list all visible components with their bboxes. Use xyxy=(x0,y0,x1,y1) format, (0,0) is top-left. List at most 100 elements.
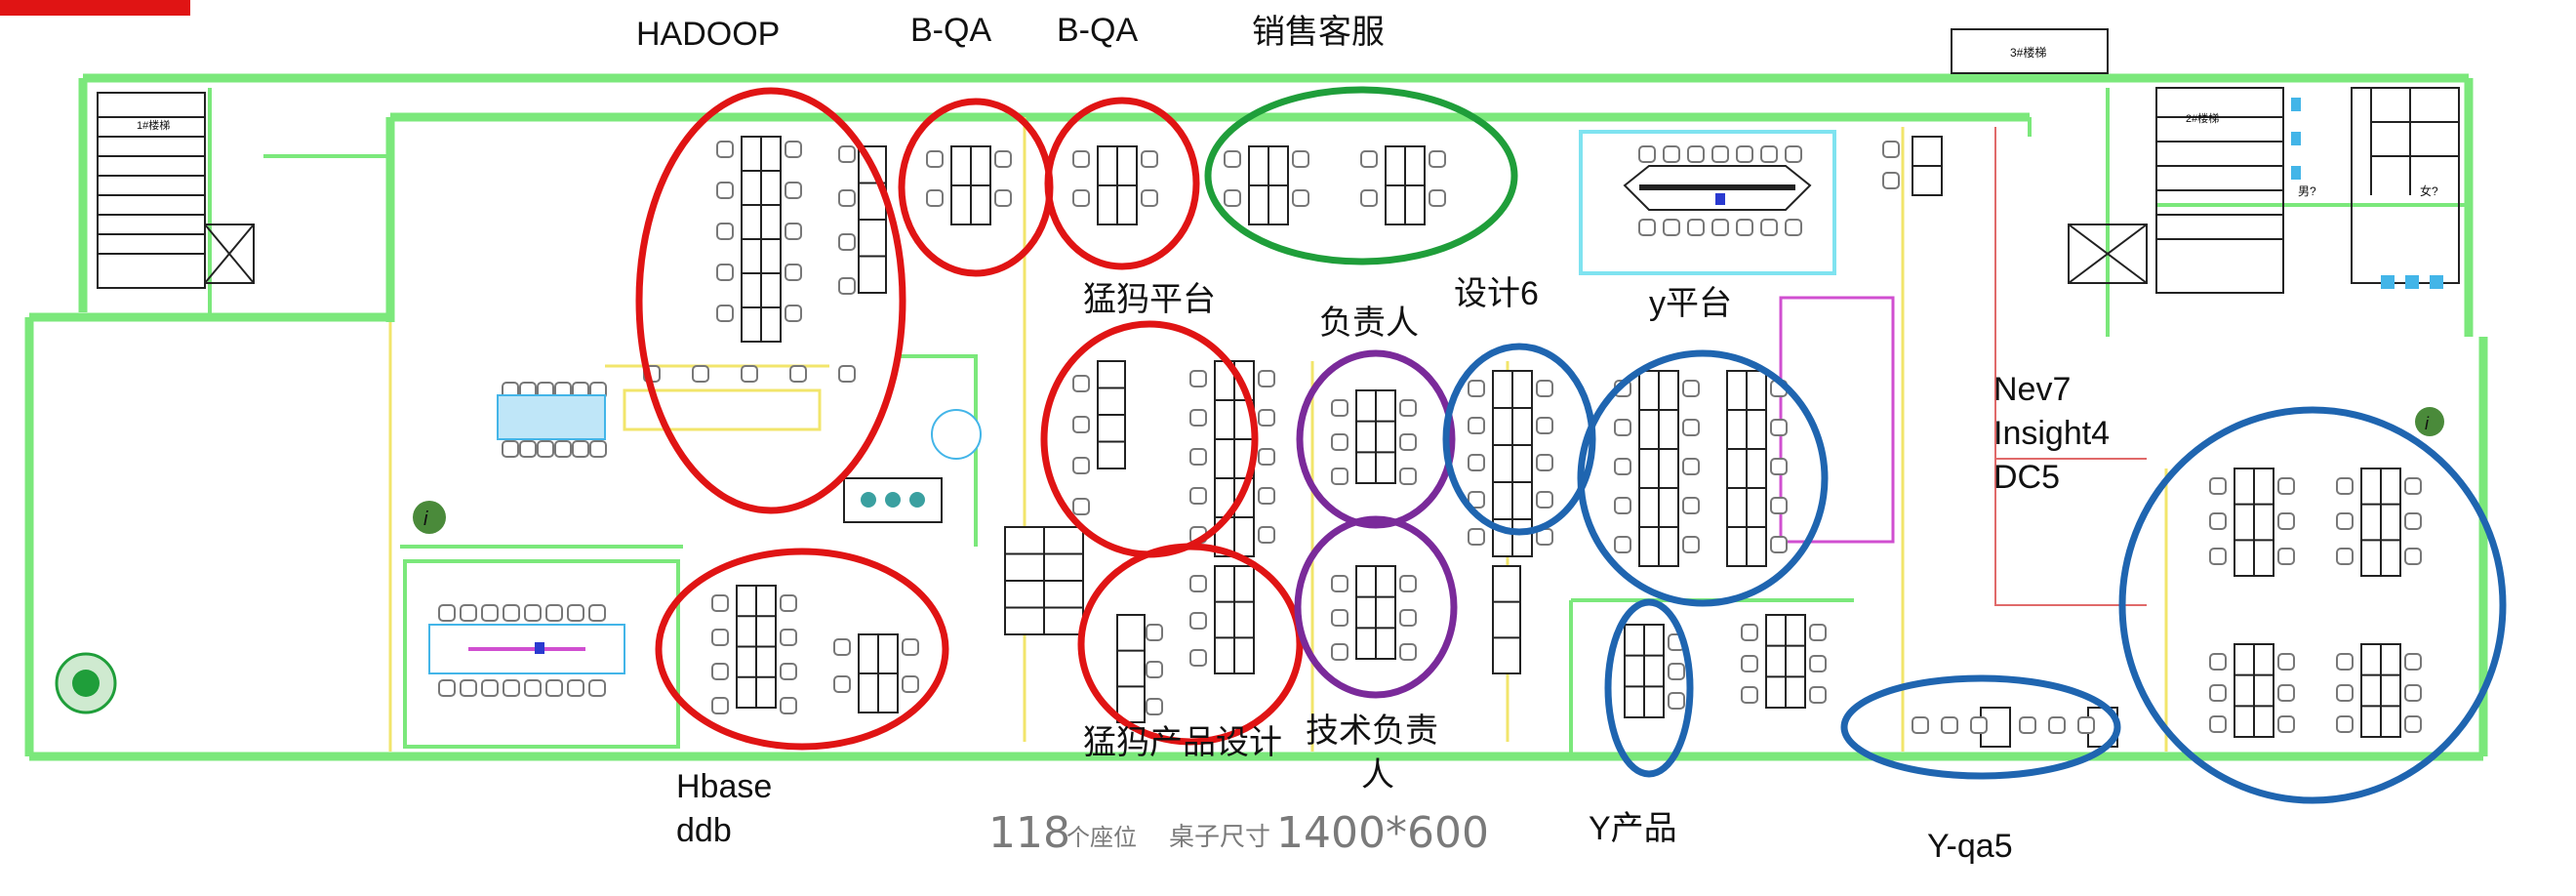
label-y-product: Y产品 xyxy=(1589,810,1677,847)
chair xyxy=(1399,433,1417,451)
chair xyxy=(1189,448,1207,466)
desk-block xyxy=(1097,145,1138,225)
chair xyxy=(1189,370,1207,387)
chair xyxy=(902,675,919,693)
stair-3-label: 3#楼梯 xyxy=(2010,45,2046,60)
label-lead: 负责人 xyxy=(1319,305,1419,342)
chair xyxy=(2048,716,2066,734)
chair xyxy=(2336,653,2354,671)
restroom xyxy=(2351,87,2460,284)
chair xyxy=(1224,150,1241,168)
chair xyxy=(1189,409,1207,427)
desk-block xyxy=(1638,370,1679,567)
chair xyxy=(711,629,729,646)
chair xyxy=(780,594,797,612)
chair xyxy=(1682,497,1700,514)
desk-block xyxy=(1355,565,1396,660)
label-tech-lead-2: 人 xyxy=(1361,756,1394,794)
chair xyxy=(2277,684,2295,702)
chair xyxy=(711,663,729,680)
chair xyxy=(2336,512,2354,530)
desk-block xyxy=(2360,468,2401,577)
label-tech-lead-1: 技术负责 xyxy=(1306,713,1438,750)
chair xyxy=(1292,189,1309,207)
red-partition xyxy=(1994,127,2147,606)
chair xyxy=(524,604,542,622)
chair xyxy=(780,663,797,680)
desk-block xyxy=(1492,565,1521,674)
chair xyxy=(1770,497,1788,514)
chair xyxy=(1072,375,1090,392)
chair xyxy=(588,679,606,697)
zone-y-platform xyxy=(1577,349,1829,607)
desk-block xyxy=(1726,370,1767,567)
desk-block xyxy=(1355,389,1396,484)
chair xyxy=(1760,145,1778,163)
info-icon: i xyxy=(413,501,446,534)
chair xyxy=(1146,698,1163,715)
desk-size: 1400*600 xyxy=(1276,808,1489,858)
chair xyxy=(503,679,520,697)
chair xyxy=(503,604,520,622)
label-y-platform: y平台 xyxy=(1649,285,1732,322)
seat-note: 118 个座位 桌子尺寸 1400*600 xyxy=(988,808,1489,858)
desk-block xyxy=(1116,614,1146,723)
chair xyxy=(1668,692,1685,710)
chair xyxy=(716,305,734,322)
desk-block xyxy=(741,136,782,343)
chair xyxy=(1882,172,1900,189)
chair xyxy=(1687,219,1705,236)
chair xyxy=(2336,715,2354,733)
chair xyxy=(481,604,499,622)
chair xyxy=(711,697,729,714)
chair xyxy=(1741,624,1758,641)
chair xyxy=(1682,536,1700,553)
chair xyxy=(1072,498,1090,515)
chair xyxy=(1638,219,1656,236)
chair xyxy=(2336,548,2354,565)
chair xyxy=(1882,141,1900,158)
chair xyxy=(1189,487,1207,505)
chair xyxy=(2336,684,2354,702)
chair xyxy=(1258,487,1275,505)
label-ddb: ddb xyxy=(676,812,732,849)
chair xyxy=(838,145,856,163)
stair-2-label: 2#楼梯 xyxy=(2186,111,2219,125)
chair xyxy=(789,365,807,383)
chair xyxy=(2404,653,2422,671)
chair xyxy=(1189,612,1207,630)
chair xyxy=(1736,219,1753,236)
desk-block xyxy=(1912,136,1943,196)
chair xyxy=(1258,448,1275,466)
chair xyxy=(1760,219,1778,236)
chair xyxy=(588,604,606,622)
seat-count: 118 xyxy=(988,808,1070,858)
chair xyxy=(1682,458,1700,475)
label-hadoop: HADOOP xyxy=(636,16,780,53)
chair xyxy=(1809,686,1827,704)
chair xyxy=(502,440,519,458)
chair xyxy=(1399,575,1417,592)
chair xyxy=(460,679,477,697)
chair xyxy=(1536,491,1553,509)
chair xyxy=(785,141,802,158)
desk-block xyxy=(1248,145,1289,225)
chair xyxy=(1258,370,1275,387)
chair xyxy=(1468,528,1485,546)
chair xyxy=(711,594,729,612)
chair xyxy=(1536,380,1553,397)
chair xyxy=(838,365,856,383)
chair xyxy=(2209,548,2227,565)
chair xyxy=(1072,416,1090,433)
chair xyxy=(716,223,734,240)
chair xyxy=(572,440,589,458)
chair xyxy=(519,440,537,458)
chair xyxy=(545,604,563,622)
chair xyxy=(2404,715,2422,733)
desk-block xyxy=(858,633,899,713)
chair xyxy=(1809,655,1827,672)
chair xyxy=(1663,219,1680,236)
chair xyxy=(2209,512,2227,530)
label-dc5: DC5 xyxy=(1993,459,2060,496)
chair xyxy=(1258,409,1275,427)
